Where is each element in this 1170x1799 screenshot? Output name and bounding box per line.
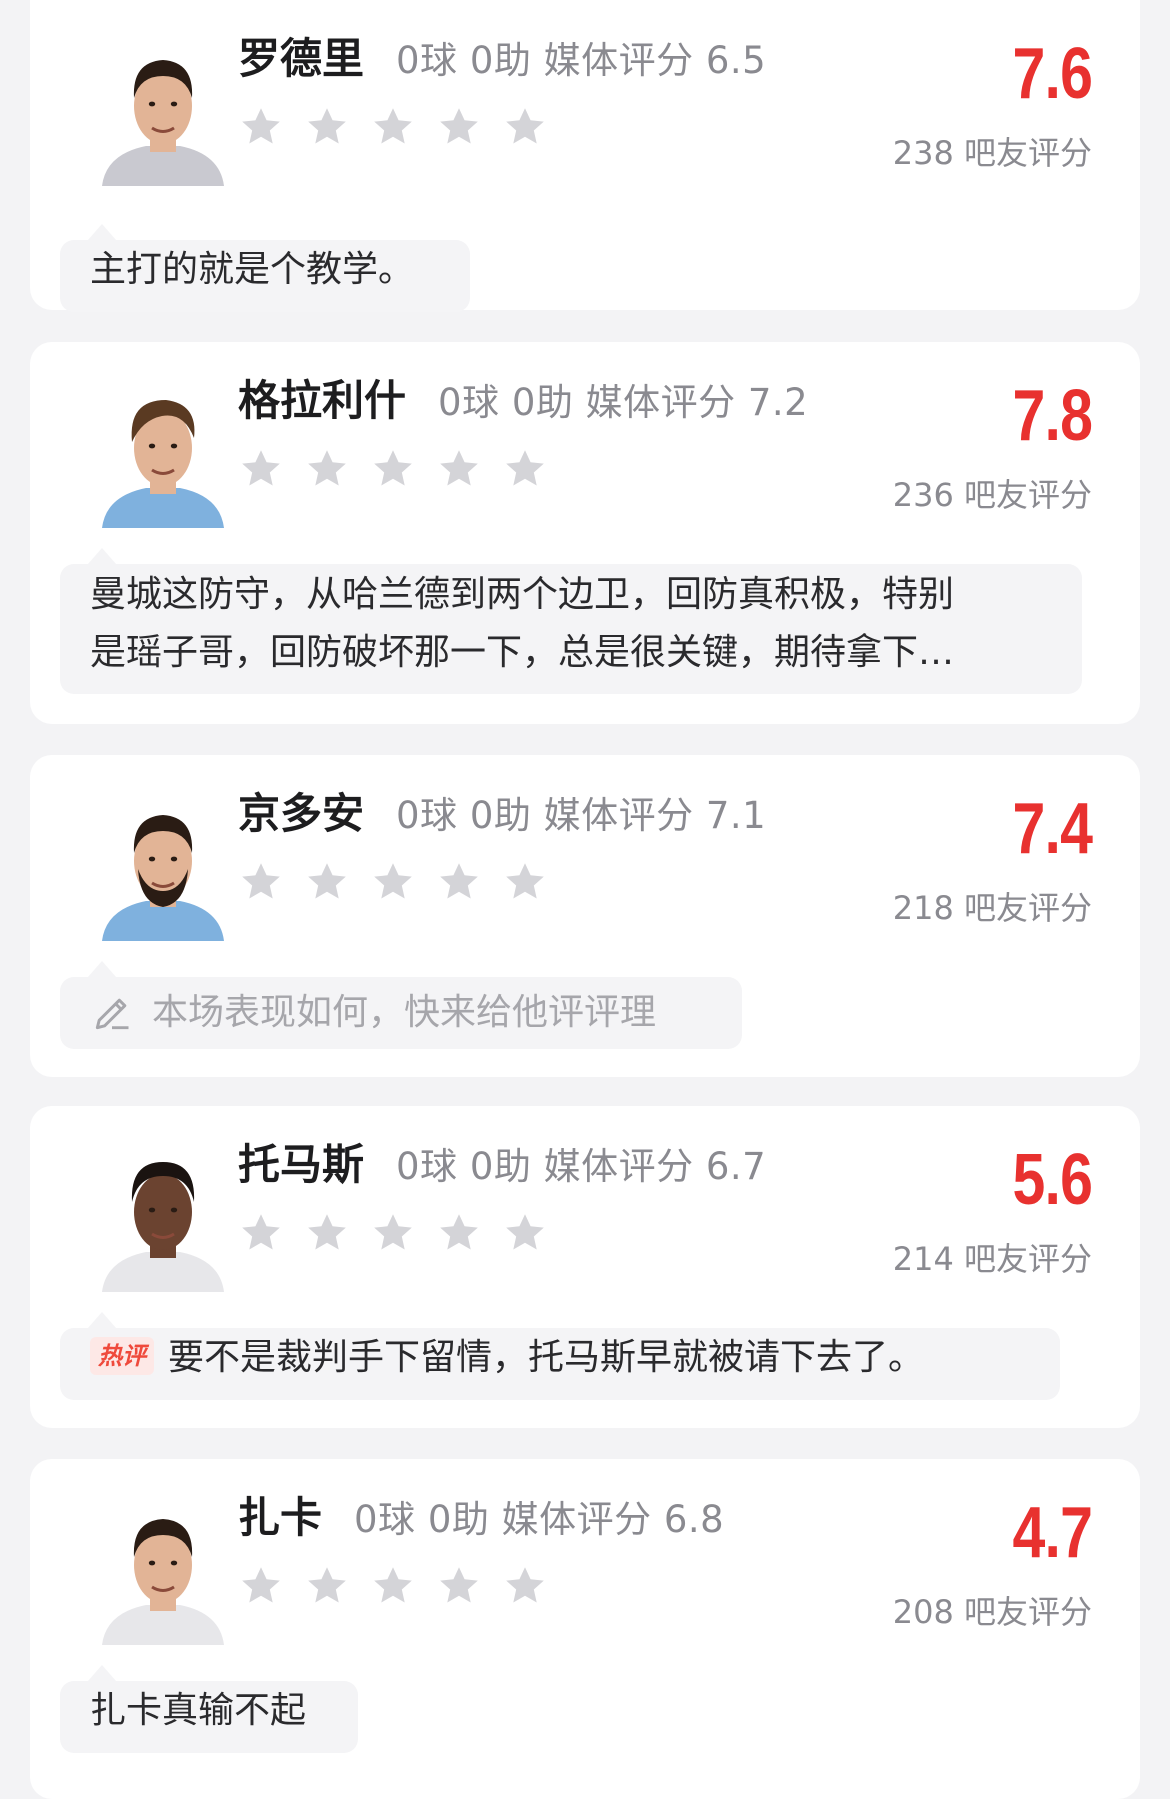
player-name-row: 格拉利什 0球 0助 媒体评分 7.2 — [238, 376, 808, 428]
fan-score: 7.6 — [1012, 34, 1092, 114]
star-icon[interactable] — [370, 859, 416, 905]
player-name: 罗德里 — [238, 34, 365, 83]
star-icon[interactable] — [304, 104, 350, 150]
star-icon[interactable] — [502, 104, 548, 150]
star-icon[interactable] — [436, 446, 482, 492]
top-comment[interactable]: 曼城这防守，从哈兰德到两个边卫，回防真积极，特别 是瑶子哥，回防破坏那一下，总是很… — [60, 548, 1082, 694]
player-name: 格拉利什 — [238, 376, 407, 425]
star-icon[interactable] — [238, 1210, 284, 1256]
star-rating-input[interactable] — [238, 859, 548, 905]
player-stats: 0球 0助 媒体评分 6.8 — [354, 1498, 725, 1541]
star-icon[interactable] — [304, 1210, 350, 1256]
comment-text: 扎卡真输不起 — [90, 1690, 307, 1731]
player-stats: 0球 0助 媒体评分 7.2 — [438, 381, 809, 424]
hot-comment-badge: 热评 — [90, 1337, 154, 1375]
star-icon[interactable] — [238, 859, 284, 905]
top-comment[interactable]: 主打的就是个教学。 — [60, 224, 470, 312]
star-icon[interactable] — [238, 446, 284, 492]
player-card[interactable]: 罗德里 0球 0助 媒体评分 6.5 7.6 238 吧友评分主打的就是个教学。 — [30, 0, 1140, 312]
player-name: 扎卡 — [238, 1493, 323, 1542]
player-stats: 0球 0助 媒体评分 6.5 — [396, 39, 767, 82]
player-card[interactable]: 扎卡 0球 0助 媒体评分 6.8 4.7 208 吧友评分扎卡真输不起 — [30, 1459, 1140, 1799]
player-avatar[interactable] — [88, 1142, 238, 1292]
star-icon[interactable] — [436, 1210, 482, 1256]
pencil-icon — [90, 991, 134, 1035]
player-stats: 0球 0助 媒体评分 7.1 — [396, 794, 767, 837]
rating-count: 208 吧友评分 — [892, 1593, 1092, 1631]
star-icon[interactable] — [436, 104, 482, 150]
star-icon[interactable] — [370, 104, 416, 150]
player-name: 托马斯 — [238, 1140, 365, 1189]
fan-score: 7.4 — [1012, 789, 1092, 869]
fan-score: 7.8 — [1012, 376, 1092, 456]
player-card[interactable]: 格拉利什 0球 0助 媒体评分 7.2 7.8 236 吧友评分曼城这防守，从哈兰德到… — [30, 342, 1140, 724]
star-icon[interactable] — [436, 1563, 482, 1609]
star-rating-input[interactable] — [238, 104, 548, 150]
star-icon[interactable] — [304, 1563, 350, 1609]
star-icon[interactable] — [502, 1563, 548, 1609]
player-stats: 0球 0助 媒体评分 6.7 — [396, 1145, 767, 1188]
player-name-row: 罗德里 0球 0助 媒体评分 6.5 — [238, 34, 766, 86]
player-name-row: 京多安 0球 0助 媒体评分 7.1 — [238, 789, 766, 841]
write-comment-prompt[interactable]: 本场表现如何，快来给他评评理 — [60, 961, 742, 1049]
rating-count: 236 吧友评分 — [892, 476, 1092, 514]
star-icon[interactable] — [502, 859, 548, 905]
rating-count: 214 吧友评分 — [892, 1240, 1092, 1278]
star-icon[interactable] — [502, 1210, 548, 1256]
hot-comment[interactable]: 热评 要不是裁判手下留情，托马斯早就被请下去了。 — [60, 1312, 1060, 1400]
comment-line: 是瑶子哥，回防破坏那一下，总是很关键，期待拿下… — [90, 632, 955, 673]
star-icon[interactable] — [304, 859, 350, 905]
comment-text: 要不是裁判手下留情，托马斯早就被请下去了。 — [168, 1337, 925, 1378]
player-name: 京多安 — [238, 789, 365, 838]
fan-score: 4.7 — [1012, 1493, 1092, 1573]
player-avatar[interactable] — [88, 1495, 238, 1645]
player-avatar[interactable] — [88, 36, 238, 186]
star-icon[interactable] — [370, 1210, 416, 1256]
comment-text: 主打的就是个教学。 — [90, 249, 415, 290]
star-icon[interactable] — [436, 859, 482, 905]
prompt-text: 本场表现如何，快来给他评评理 — [152, 992, 657, 1033]
star-icon[interactable] — [370, 1563, 416, 1609]
comment-line: 曼城这防守，从哈兰德到两个边卫，回防真积极，特别 — [90, 574, 955, 615]
star-rating-input[interactable] — [238, 1210, 548, 1256]
star-icon[interactable] — [238, 1563, 284, 1609]
player-card[interactable]: 京多安 0球 0助 媒体评分 7.1 7.4 218 吧友评分本场表现如何，快来给他评… — [30, 755, 1140, 1077]
star-icon[interactable] — [370, 446, 416, 492]
star-rating-input[interactable] — [238, 1563, 548, 1609]
rating-count: 238 吧友评分 — [892, 134, 1092, 172]
player-card[interactable]: 托马斯 0球 0助 媒体评分 6.7 5.6 214 吧友评分热评 要不是裁判手下留情，… — [30, 1106, 1140, 1428]
player-name-row: 扎卡 0球 0助 媒体评分 6.8 — [238, 1493, 724, 1545]
fan-score: 5.6 — [1012, 1140, 1092, 1220]
star-icon[interactable] — [502, 446, 548, 492]
star-rating-input[interactable] — [238, 446, 548, 492]
player-avatar[interactable] — [88, 378, 238, 528]
rating-count: 218 吧友评分 — [892, 889, 1092, 927]
player-avatar[interactable] — [88, 791, 238, 941]
top-comment[interactable]: 扎卡真输不起 — [60, 1665, 358, 1753]
star-icon[interactable] — [238, 104, 284, 150]
star-icon[interactable] — [304, 446, 350, 492]
player-name-row: 托马斯 0球 0助 媒体评分 6.7 — [238, 1140, 766, 1192]
